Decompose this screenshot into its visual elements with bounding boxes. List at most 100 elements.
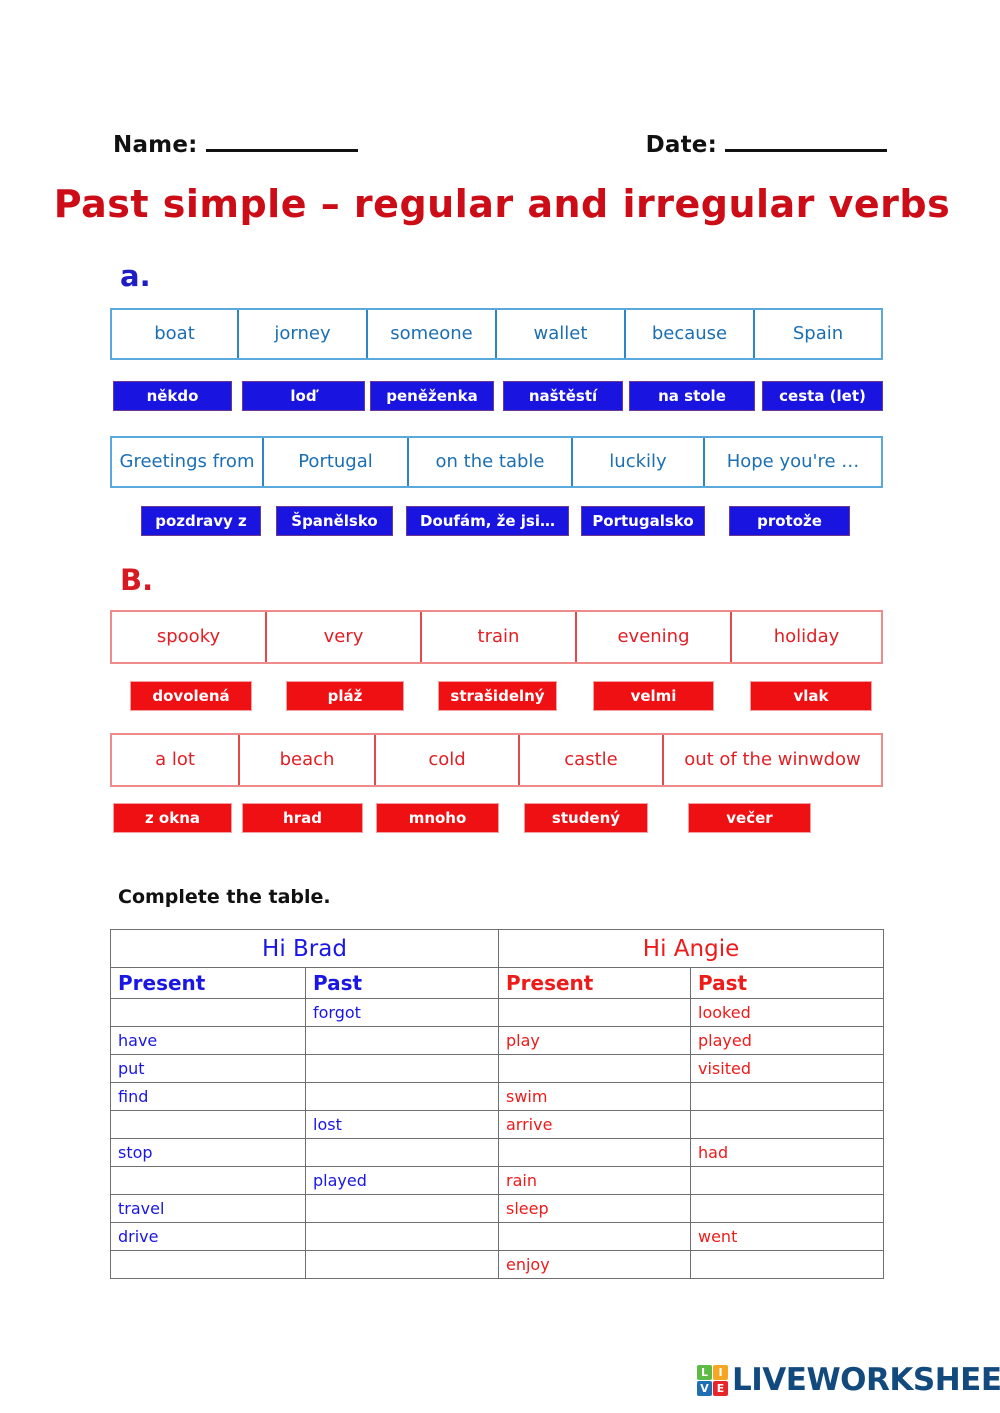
section-a-letter: a. <box>120 259 151 293</box>
draggable-chip[interactable]: na stole <box>629 381 755 411</box>
table-row: played rain <box>110 1166 885 1195</box>
draggable-chip[interactable]: studený <box>524 803 648 833</box>
dropzone-cell[interactable]: luckily <box>573 438 705 486</box>
dropzone-cell[interactable]: someone <box>368 310 497 358</box>
cell-angie-past[interactable] <box>689 1110 885 1139</box>
dropzone-cell[interactable]: Hope you're … <box>705 438 881 486</box>
cell-angie-present[interactable]: arrive <box>498 1110 691 1139</box>
cell-angie-present[interactable]: swim <box>498 1082 691 1111</box>
cell-brad-past[interactable] <box>305 1222 499 1251</box>
cell-brad-past[interactable] <box>305 1250 499 1279</box>
draggable-chip[interactable]: velmi <box>593 681 714 711</box>
draggable-chip[interactable]: naštěstí <box>503 381 623 411</box>
draggable-chip[interactable]: loď <box>242 381 365 411</box>
dropzone-cell[interactable]: cold <box>376 735 520 785</box>
cell-brad-present[interactable] <box>110 1110 306 1139</box>
cell-brad-present[interactable]: drive <box>110 1222 306 1251</box>
liveworksheets-logo-icon: L I V E <box>697 1364 728 1396</box>
draggable-chip[interactable]: strašidelný <box>438 681 557 711</box>
dropzone-cell[interactable]: Greetings from <box>112 438 264 486</box>
cell-brad-present[interactable]: travel <box>110 1194 306 1223</box>
page-title: Past simple – regular and irregular verb… <box>53 182 951 226</box>
table-row: drive went <box>110 1222 885 1251</box>
cell-angie-present[interactable] <box>498 1222 691 1251</box>
table-row: lost arrive <box>110 1110 885 1139</box>
cell-angie-past[interactable]: went <box>689 1222 885 1251</box>
person-header-brad: Hi Brad <box>110 929 499 968</box>
cell-angie-present[interactable]: sleep <box>498 1194 691 1223</box>
table-row: stop had <box>110 1138 885 1167</box>
draggable-chip[interactable]: Španělsko <box>276 506 393 536</box>
dropzone-cell[interactable]: Portugal <box>264 438 409 486</box>
draggable-chip[interactable]: z okna <box>113 803 232 833</box>
dropzone-cell[interactable]: wallet <box>497 310 626 358</box>
cell-angie-present[interactable]: enjoy <box>498 1250 691 1279</box>
cell-angie-present[interactable]: play <box>498 1026 691 1055</box>
logo-letter-v: V <box>697 1380 712 1396</box>
cell-brad-present[interactable] <box>110 1166 306 1195</box>
cell-angie-past[interactable] <box>689 1166 885 1195</box>
dropzone-cell[interactable]: castle <box>520 735 664 785</box>
draggable-chip[interactable]: večer <box>688 803 811 833</box>
name-label: Name: <box>113 132 198 158</box>
dropzone-cell[interactable]: train <box>422 612 577 662</box>
date-label: Date: <box>645 132 717 158</box>
draggable-chip[interactable]: někdo <box>113 381 232 411</box>
draggable-chip[interactable]: mnoho <box>376 803 499 833</box>
dropzone-cell[interactable]: jorney <box>239 310 368 358</box>
draggable-chip[interactable]: pozdravy z <box>141 506 261 536</box>
dropzone-cell[interactable]: because <box>626 310 755 358</box>
liveworksheets-logo[interactable]: L I V E LIVEWORKSHEETS <box>697 1362 1000 1398</box>
cell-brad-past[interactable] <box>305 1054 499 1083</box>
date-blank-line[interactable] <box>725 148 887 152</box>
cell-brad-present[interactable] <box>110 998 306 1027</box>
draggable-chip[interactable]: dovolená <box>130 681 252 711</box>
draggable-chip[interactable]: hrad <box>242 803 363 833</box>
cell-angie-present[interactable]: rain <box>498 1166 691 1195</box>
cell-brad-present[interactable]: put <box>110 1054 306 1083</box>
dropzone-cell[interactable]: on the table <box>409 438 573 486</box>
cell-brad-past[interactable]: forgot <box>305 998 499 1027</box>
dropzone-cell[interactable]: Spain <box>755 310 881 358</box>
dropzone-cell[interactable]: very <box>267 612 422 662</box>
column-header-angie-past: Past <box>689 967 885 999</box>
cell-brad-past[interactable] <box>305 1082 499 1111</box>
cell-brad-past[interactable] <box>305 1194 499 1223</box>
dropzone-cell[interactable]: a lot <box>112 735 240 785</box>
draggable-chip[interactable]: protože <box>729 506 850 536</box>
cell-brad-past[interactable]: lost <box>305 1110 499 1139</box>
draggable-chip[interactable]: Portugalsko <box>581 506 705 536</box>
dropzone-cell[interactable]: beach <box>240 735 376 785</box>
logo-letter-l: L <box>697 1364 712 1380</box>
section-b-chip-row-2: z okna hrad mnoho studený večer <box>0 803 1000 833</box>
draggable-chip[interactable]: pláž <box>286 681 404 711</box>
cell-brad-present[interactable]: stop <box>110 1138 306 1167</box>
cell-brad-present[interactable]: have <box>110 1026 306 1055</box>
cell-brad-past[interactable] <box>305 1138 499 1167</box>
cell-angie-present[interactable] <box>498 1138 691 1167</box>
draggable-chip[interactable]: cesta (let) <box>762 381 883 411</box>
cell-angie-past[interactable]: visited <box>689 1054 885 1083</box>
cell-brad-present[interactable]: find <box>110 1082 306 1111</box>
dropzone-cell[interactable]: spooky <box>112 612 267 662</box>
dropzone-cell[interactable]: holiday <box>732 612 881 662</box>
cell-angie-past[interactable] <box>689 1082 885 1111</box>
cell-angie-past[interactable]: had <box>689 1138 885 1167</box>
cell-angie-present[interactable] <box>498 998 691 1027</box>
cell-angie-past[interactable]: looked <box>689 998 885 1027</box>
complete-the-table-label: Complete the table. <box>118 886 331 908</box>
cell-angie-past[interactable] <box>689 1250 885 1279</box>
cell-brad-past[interactable]: played <box>305 1166 499 1195</box>
draggable-chip[interactable]: peněženka <box>370 381 494 411</box>
dropzone-cell[interactable]: out of the winwdow <box>664 735 881 785</box>
cell-brad-present[interactable] <box>110 1250 306 1279</box>
dropzone-cell[interactable]: boat <box>112 310 239 358</box>
cell-angie-past[interactable] <box>689 1194 885 1223</box>
name-blank-line[interactable] <box>205 148 358 152</box>
cell-angie-past[interactable]: played <box>689 1026 885 1055</box>
cell-angie-present[interactable] <box>498 1054 691 1083</box>
dropzone-cell[interactable]: evening <box>577 612 732 662</box>
draggable-chip[interactable]: Doufám, že jsi… <box>406 506 569 536</box>
cell-brad-past[interactable] <box>305 1026 499 1055</box>
draggable-chip[interactable]: vlak <box>750 681 872 711</box>
